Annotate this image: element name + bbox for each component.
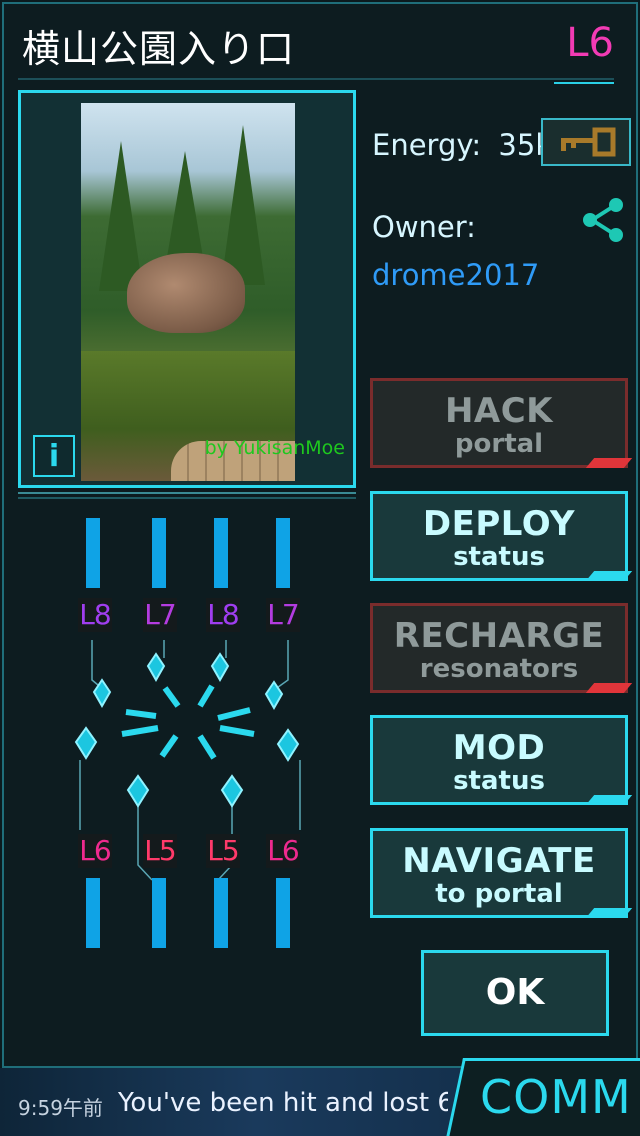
resonator-level[interactable]: L5	[206, 834, 240, 868]
resonator-energy-bar	[86, 878, 100, 948]
ok-button[interactable]: OK	[421, 950, 609, 1036]
comm-message: You've been hit and lost 600 XM	[118, 1088, 448, 1118]
navigate-button-label: NAVIGATE	[402, 841, 596, 881]
portal-photo-frame[interactable]: by YukisanMoe i	[18, 90, 356, 488]
recharge-button[interactable]: RECHARGE resonators	[370, 603, 633, 693]
resonator-energy-bar	[152, 518, 166, 588]
comm-timestamp: 9:59午前	[18, 1096, 103, 1120]
resonator-level[interactable]: L6	[266, 834, 300, 868]
portal-title: 横山公園入り口	[22, 27, 296, 71]
photo-divider-2	[18, 497, 356, 499]
energy-label: Energy:	[372, 128, 482, 162]
navigate-button[interactable]: NAVIGATE to portal	[370, 828, 633, 918]
deploy-button-label: DEPLOY	[422, 504, 576, 544]
deploy-button-sublabel: status	[453, 542, 545, 572]
portal-photo[interactable]	[81, 103, 295, 481]
mod-button[interactable]: MOD status	[370, 715, 633, 805]
info-icon[interactable]: i	[33, 435, 75, 477]
recharge-button-label: RECHARGE	[393, 616, 605, 656]
owner-label: Owner:	[372, 210, 476, 244]
key-button[interactable]	[541, 118, 631, 166]
resonator-energy-bar	[214, 518, 228, 588]
navigate-button-sublabel: to portal	[435, 879, 563, 909]
share-icon[interactable]	[580, 196, 628, 244]
owner-name[interactable]: drome2017	[372, 258, 539, 292]
key-icon	[561, 127, 616, 157]
resonator-level[interactable]: L6	[78, 834, 112, 868]
resonator-energy-bar	[276, 878, 290, 948]
title-divider	[18, 78, 614, 80]
hack-button-sublabel: portal	[454, 429, 544, 459]
resonator-level[interactable]: L7	[266, 598, 300, 632]
hack-button[interactable]: HACK portal	[370, 378, 633, 468]
comm-tab-label[interactable]: COMM	[480, 1070, 632, 1124]
photo-divider	[18, 492, 356, 494]
resonator-energy-bar	[152, 878, 166, 948]
portal-level: L6	[566, 20, 614, 66]
hack-button-label: HACK	[444, 391, 554, 431]
recharge-button-sublabel: resonators	[419, 654, 579, 684]
resonator-energy-bar	[276, 518, 290, 588]
resonator-level[interactable]: L8	[206, 598, 240, 632]
deploy-button[interactable]: DEPLOY status	[370, 491, 633, 581]
resonator-level[interactable]: L8	[78, 598, 112, 632]
resonator-energy-bar	[214, 878, 228, 948]
resonator-level[interactable]: L7	[143, 598, 177, 632]
photo-attribution: by YukisanMoe	[204, 437, 345, 459]
resonator-energy-bar	[86, 518, 100, 588]
title-accent	[554, 82, 614, 84]
mod-button-label: MOD	[452, 728, 546, 768]
mod-button-sublabel: status	[453, 766, 545, 796]
resonator-level[interactable]: L5	[143, 834, 177, 868]
energy-stat: Energy: 35k	[372, 128, 552, 162]
